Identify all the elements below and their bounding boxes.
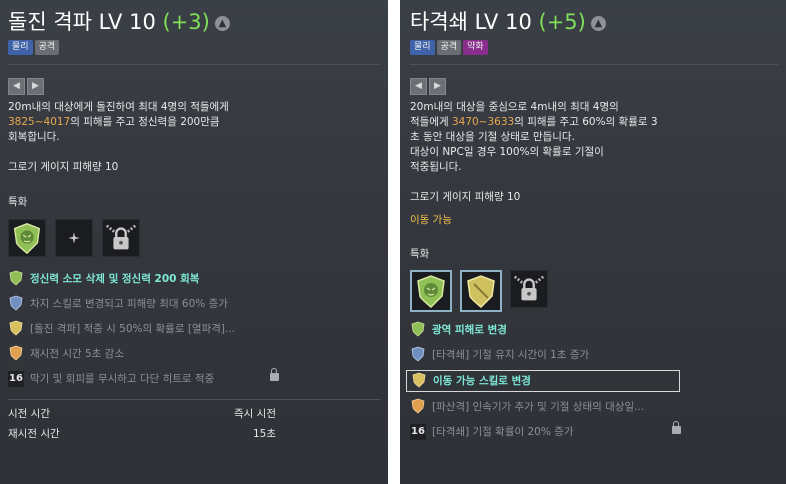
spec-icon-empty-star[interactable] [55,219,94,257]
lock-icon [672,421,681,434]
trait-label: [돌진 격파] 적중 시 50%의 확률로 [열파격]... [30,323,236,335]
blue-shield-icon [410,346,426,362]
next-button[interactable]: ▶ [27,78,44,95]
damage-range: 3470~3633 [451,116,515,128]
prev-button[interactable]: ◀ [410,78,427,95]
tag-attack: 공격 [436,40,462,55]
tag-physical: 물리 [410,40,435,55]
skill-tooltip-strike-chain: 타격쇄 LV 10 (+5) ▲ 물리 공격 약화 ◀ ▶ 20m내의 대상을 중심으로… [400,0,786,484]
tag-physical: 물리 [8,40,33,55]
spec-icon-locked[interactable] [510,270,549,308]
trait-label: 정신력 소모 삭제 및 정신력 200 회복 [30,273,200,285]
skill-title: 타격쇄 LV 10 (+5) ▲ [410,8,778,36]
trait-list: 정신력 소모 삭제 및 정신력 200 회복 차지 스킬로 변경되고 피해량 최… [8,269,380,389]
trait-list: 광역 피해로 변경 [타격쇄] 기절 유지 시간이 1초 증가 이동 가능 스킬… [406,320,778,442]
skill-name: 돌진 격파 [8,10,92,34]
green-shield-icon [410,321,426,337]
divider [8,399,380,400]
trait-label: 광역 피해로 변경 [432,324,507,336]
spec-icon-yellow-shield[interactable] [460,270,503,312]
arrow-up-icon[interactable]: ▲ [214,16,230,31]
desc-line: 초 동안 대상을 기절 상태로 만듭니다. [410,131,575,143]
tag-weaken: 약화 [463,40,488,55]
skill-name: 타격쇄 [410,10,468,34]
yellow-shield-icon [411,372,427,388]
tag-attack: 공격 [34,40,60,55]
spec-label: 특화 [410,248,430,260]
skill-tags: 물리 공격 [8,40,380,56]
blue-shield-icon [8,295,24,311]
arrow-up-icon[interactable]: ▲ [590,16,606,31]
trait-item[interactable]: 정신력 소모 삭제 및 정신력 200 회복 [8,269,380,289]
trait-item[interactable]: [파산격] 인속기가 추가 및 기절 상태의 대상일... [410,397,778,417]
desc-text: 의 피해를 주고 60%의 확률로 3 [514,116,658,128]
page-nav: ◀ ▶ [8,73,380,95]
trait-label: 차지 스킬로 변경되고 피해량 최대 60% 증가 [30,298,228,310]
groggy-gauge: 그로기 게이지 피해량 10 [8,161,119,173]
skill-description: 20m내의 대상을 중심으로 4m내의 최대 4명의 적들에게 3470~363… [410,100,778,175]
skill-title: 돌진 격파 LV 10 (+3) ▲ [8,8,380,36]
skill-plus-level: (+5) [538,10,586,34]
trait-item-selected[interactable]: 이동 가능 스킬로 변경 [406,370,680,392]
spec-icon-locked[interactable] [102,219,141,257]
divider [8,64,380,65]
damage-range: 3825~4017 [8,116,71,128]
cooldown-value: 15초 [252,428,276,440]
trait-item[interactable]: 광역 피해로 변경 [410,320,778,340]
desc-line: 회복합니다. [8,131,60,143]
desc-line: 적들에게 3470~3633의 피해를 주고 60%의 확률로 3 [410,115,778,130]
orange-shield-icon [8,345,24,361]
skill-level: LV 10 [474,10,532,34]
trait-label: [타격쇄] 기절 확률이 20% 증가 [432,426,574,438]
cast-time-row: 시전 시간 즉시 시전 [8,406,380,422]
cooldown-row: 재시전 시간 15초 [8,426,380,442]
trait-label: 막기 및 회피를 무시하고 다단 히트로 적중 [30,373,215,385]
desc-line: 적중됩니다. [410,161,462,173]
spec-icons [8,219,380,261]
skill-tags: 물리 공격 약화 [410,40,778,56]
spec-icon-green-shield[interactable] [410,270,452,312]
trait-item[interactable]: 16 [타격쇄] 기절 확률이 20% 증가 [410,421,778,442]
trait-item[interactable]: [돌진 격파] 적중 시 50%의 확률로 [열파격]... [8,319,380,339]
spec-icon-green-shield[interactable] [8,219,46,257]
divider [410,64,778,65]
desc-line: 20m내의 대상을 중심으로 4m내의 최대 4명의 [410,101,619,113]
trait-label: [파산격] 인속기가 추가 및 기절 상태의 대상일... [432,401,645,413]
level-requirement: 16 [410,424,426,440]
groggy-gauge: 그로기 게이지 피해량 10 [410,191,521,203]
spec-icons [410,270,778,312]
trait-label: 이동 가능 스킬로 변경 [433,375,531,387]
cooldown-label: 재시전 시간 [8,428,60,440]
next-button[interactable]: ▶ [429,78,446,95]
trait-item[interactable]: 재시전 시간 5초 감소 [8,344,380,364]
trait-item[interactable]: 16 막기 및 회피를 무시하고 다단 히트로 적중 [8,368,380,389]
desc-line: 3825~4017의 피해를 주고 정신력을 200만큼 [8,115,380,130]
trait-item[interactable]: 차지 스킬로 변경되고 피해량 최대 60% 증가 [8,294,380,314]
trait-label: [타격쇄] 기절 유지 시간이 1초 증가 [432,349,590,361]
spec-label: 특화 [8,196,28,208]
cast-time-value: 즉시 시전 [234,408,276,420]
skill-plus-level: (+3) [162,10,210,34]
skill-description: 20m내의 대상에게 돌진하여 최대 4명의 적들에게 3825~4017의 피… [8,100,380,145]
page-nav: ◀ ▶ [410,73,778,95]
desc-text: 적들에게 [410,116,452,128]
yellow-shield-icon [8,320,24,336]
trait-item[interactable]: [타격쇄] 기절 유지 시간이 1초 증가 [410,345,778,365]
skill-tooltip-dash-break: 돌진 격파 LV 10 (+3) ▲ 물리 공격 ◀ ▶ 20m내의 대상에게 돌진하… [0,0,388,484]
skill-level: LV 10 [98,10,156,34]
prev-button[interactable]: ◀ [8,78,25,95]
green-shield-icon [8,270,24,286]
orange-shield-icon [410,398,426,414]
cast-time-label: 시전 시간 [8,408,50,420]
level-requirement: 16 [8,371,24,387]
movable-note: 이동 가능 [410,214,452,226]
desc-text: 의 피해를 주고 정신력을 200만큼 [70,116,220,128]
desc-line: 20m내의 대상에게 돌진하여 최대 4명의 적들에게 [8,101,229,113]
lock-icon [270,368,279,381]
trait-label: 재시전 시간 5초 감소 [30,348,124,360]
desc-line: 대상이 NPC일 경우 100%의 확률로 기절이 [410,146,604,158]
